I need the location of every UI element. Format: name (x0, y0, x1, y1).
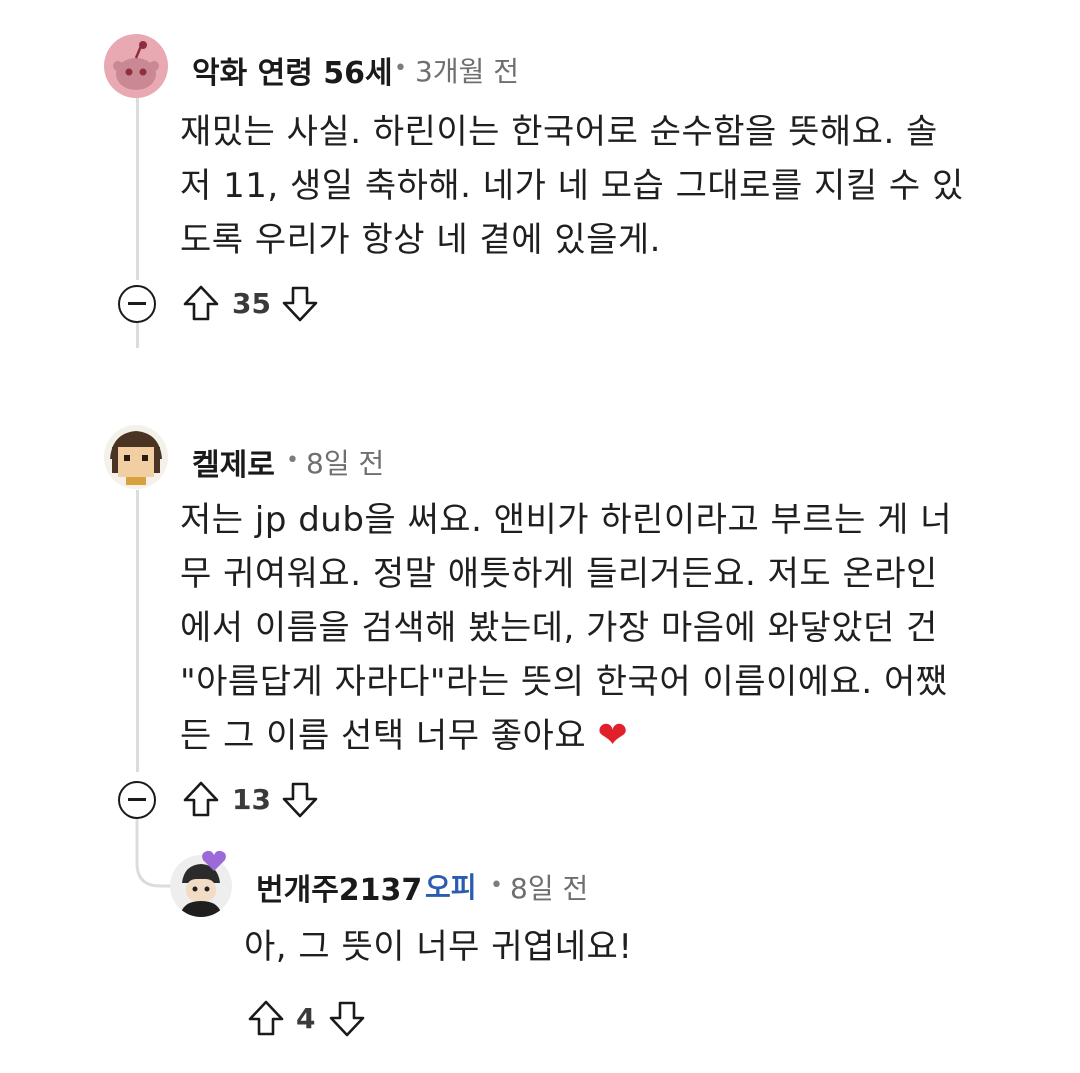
upvote-icon[interactable] (181, 779, 221, 819)
vote-score: 35 (232, 287, 271, 320)
comment-line: 저는 jp dub을 써요. 앤비가 하린이라고 부르는 게 너 (180, 500, 953, 540)
comment-body: 재밌는 사실. 하린이는 한국어로 순수함을 뜻해요. 솔 저 11, 생일 축… (180, 105, 964, 267)
upvote-icon[interactable] (181, 283, 221, 323)
comment-line-last: 든 그 이름 선택 너무 좋아요 ❤ (180, 709, 952, 763)
vote-score: 13 (232, 783, 271, 816)
meta-separator: • (286, 448, 299, 473)
comment-line: 재밌는 사실. 하린이는 한국어로 순수함을 뜻해요. 솔 (180, 112, 938, 152)
downvote-icon[interactable] (280, 780, 320, 820)
downvote-icon[interactable] (280, 284, 320, 324)
comment-username[interactable]: 악화 연령 56세 (192, 48, 393, 92)
collapse-thread-button[interactable] (118, 285, 156, 323)
comment-line: 무 귀여워요. 정말 애틋하게 들리거든요. 저도 온라인 (180, 554, 938, 594)
comment-body: 아, 그 뜻이 너무 귀엽네요! (244, 920, 632, 974)
thread-line (136, 98, 139, 280)
pixel-character-icon (110, 431, 162, 485)
comment-line: 아, 그 뜻이 너무 귀엽네요! (244, 927, 633, 967)
thread-line (136, 490, 139, 772)
comment-line: 에서 이름을 검색해 봤는데, 가장 마음에 와닿았던 건 (180, 608, 938, 648)
collapse-thread-button[interactable] (118, 781, 156, 819)
comment-line: "아름답게 자라다"라는 뜻의 한국어 이름이에요. 어쨌 (180, 662, 948, 702)
op-badge: 오피 (425, 871, 477, 904)
comment-username[interactable]: 번개주2137 (256, 865, 422, 909)
avatar[interactable] (104, 34, 168, 98)
meta-separator: • (490, 873, 503, 898)
reddit-snoo-icon (113, 41, 159, 90)
downvote-icon[interactable] (327, 999, 367, 1039)
comment-timestamp: 3개월 전 (415, 55, 519, 88)
comment-line: 도록 우리가 항상 네 곁에 있을게. (180, 220, 661, 260)
thread-line (136, 322, 139, 348)
comment-body: 저는 jp dub을 써요. 앤비가 하린이라고 부르는 게 너 무 귀여워요.… (180, 493, 952, 763)
vote-score: 4 (296, 1002, 316, 1035)
comment-timestamp: 8일 전 (306, 447, 385, 480)
heart-flair-icon (202, 850, 226, 871)
comment-line: 저 11, 생일 축하해. 네가 네 모습 그대로를 지킬 수 있 (180, 166, 964, 206)
comment-line: 든 그 이름 선택 너무 좋아요 (180, 716, 587, 756)
meta-separator: • (394, 56, 407, 81)
avatar[interactable] (104, 425, 168, 489)
comment-timestamp: 8일 전 (510, 872, 589, 905)
heart-emoji: ❤ (597, 715, 629, 756)
upvote-icon[interactable] (246, 998, 286, 1038)
comment-username[interactable]: 켈제로 (192, 440, 275, 484)
